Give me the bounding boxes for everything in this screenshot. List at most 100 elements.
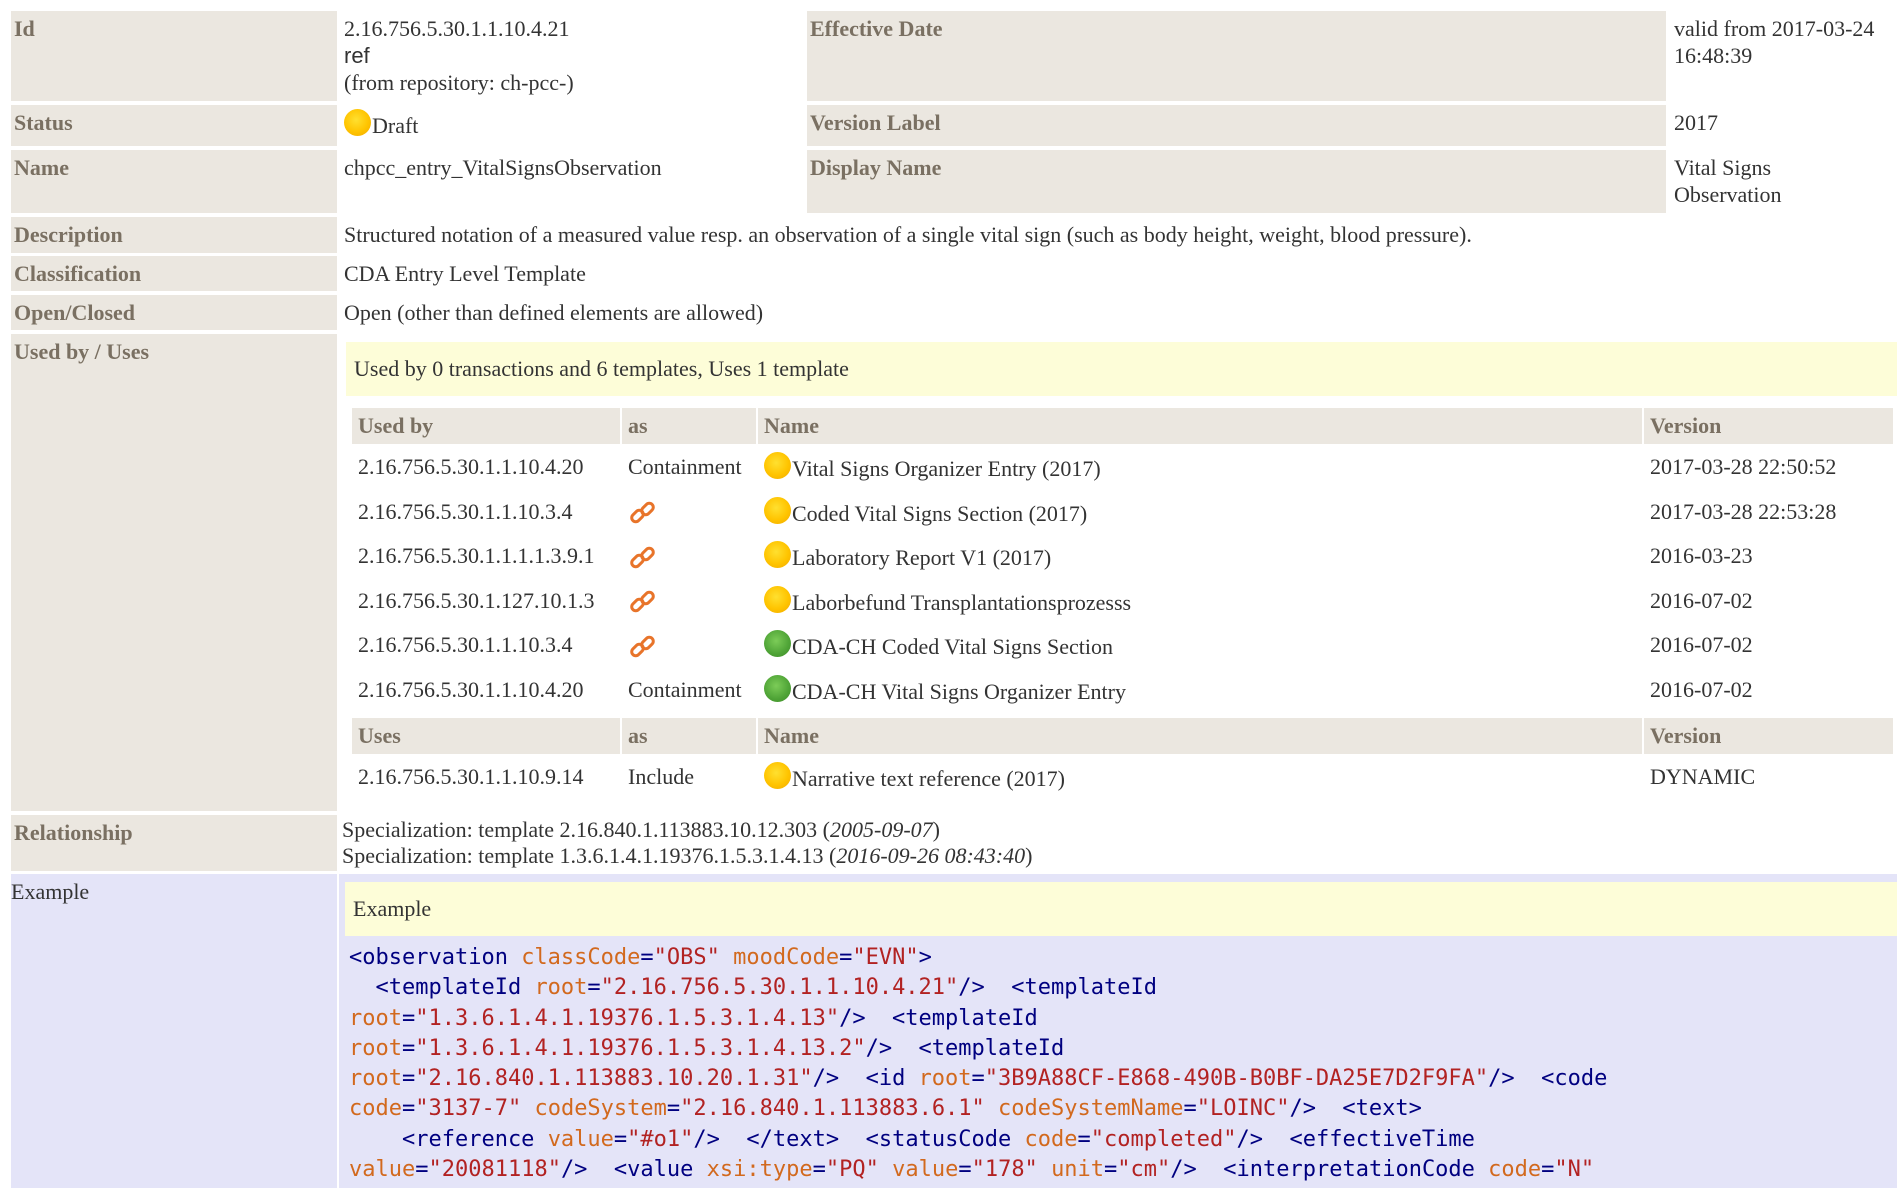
code-line: value="20081118"/> <value xsi:type="PQ" … [349, 1157, 1595, 1183]
template-name-cell[interactable]: CDA-CH Vital Signs Organizer Entry [758, 672, 1642, 717]
template-name-link[interactable]: Laboratory Report V1 (2017) [792, 545, 1051, 570]
uses-header: Uses [352, 718, 620, 754]
template-name-cell[interactable]: CDA-CH Coded Vital Signs Section [758, 627, 1642, 672]
ref-text: ref [344, 43, 370, 68]
uses-name-header: Name [758, 718, 1642, 754]
as-header: as [622, 408, 756, 444]
example-header: Example [345, 882, 1897, 936]
version-cell: DYNAMIC [1650, 764, 1756, 789]
status-label: Status [11, 105, 337, 146]
draft-status-icon [344, 109, 371, 136]
code-line: root="2.16.840.1.113883.10.20.1.31"/> <i… [349, 1066, 1608, 1092]
active-status-icon [764, 630, 791, 657]
open-closed-label: Open/Closed [11, 295, 337, 330]
relationship-suffix-1: ) [932, 817, 940, 842]
code-line: root="1.3.6.1.4.1.19376.1.5.3.1.4.13.2"/… [349, 1035, 1065, 1061]
version-cell: 2017-03-28 22:53:28 [1650, 498, 1837, 524]
version-cell: 2016-07-02 [1650, 676, 1753, 702]
draft-status-icon [764, 541, 791, 568]
code-line: <templateId root="2.16.756.5.30.1.1.10.4… [349, 975, 1157, 1001]
as-cell [622, 494, 756, 539]
template-name-cell[interactable]: Laborbefund Transplantationsprozesss [758, 583, 1642, 628]
display-name-line1: Vital Signs [1674, 155, 1772, 180]
chain-link-icon[interactable] [628, 632, 658, 662]
name-value: chpcc_entry_VitalSignsObservation [344, 155, 662, 180]
template-name-link[interactable]: Coded Vital Signs Section (2017) [792, 501, 1087, 526]
display-name-value: Vital Signs Observation [1671, 150, 1897, 213]
example-label: Example [11, 879, 90, 904]
draft-status-icon [764, 762, 791, 789]
code-line: code="3137-7" codeSystem="2.16.840.1.113… [349, 1096, 1422, 1122]
as-cell [622, 627, 756, 672]
as-cell: Containment [628, 454, 742, 479]
version-label-label: Version Label [807, 105, 1666, 146]
template-name-link[interactable]: Laborbefund Transplantationsprozesss [792, 590, 1131, 615]
template-id-cell: 2.16.756.5.30.1.1.10.3.4 [358, 498, 573, 524]
used-by-uses-label: Used by / Uses [11, 334, 337, 811]
relationship-value: Specialization: template 2.16.840.1.1138… [339, 815, 1897, 871]
relationship-date-2: 2016-09-26 08:43:40 [836, 843, 1026, 868]
template-id-cell: 2.16.756.5.30.1.1.10.3.4 [358, 632, 573, 657]
status-value: Draft [341, 105, 805, 146]
code-line: <observation classCode="OBS" moodCode="E… [349, 945, 932, 970]
relationship-prefix-1: Specialization: template 2.16.840.1.1138… [342, 817, 830, 842]
classification-value: CDA Entry Level Template [344, 261, 586, 286]
code-line: root="1.3.6.1.4.1.19376.1.5.3.1.4.13"/> … [349, 1005, 1038, 1031]
draft-status-icon [764, 496, 791, 524]
effective-date-label: Effective Date [807, 11, 1666, 101]
example-label-cell: Example [11, 874, 337, 1188]
template-name-cell[interactable]: Laboratory Report V1 (2017) [758, 538, 1642, 583]
effective-date-line2: 16:48:39 [1674, 43, 1753, 68]
as-cell [622, 538, 756, 583]
relationship-suffix-2: ) [1025, 843, 1033, 868]
repository-text: (from repository: ch-pcc-) [344, 70, 574, 95]
draft-status-icon [764, 452, 791, 479]
used-by-header: Used by [352, 408, 620, 444]
effective-date-value: valid from 2017-03-24 16:48:39 [1671, 11, 1897, 101]
id-label: Id [11, 11, 337, 101]
draft-status-icon [764, 585, 791, 613]
as-cell: Containment [628, 676, 742, 702]
version-cell: 2017-03-28 22:50:52 [1650, 454, 1837, 479]
active-status-icon [764, 674, 791, 702]
template-id-cell: 2.16.756.5.30.1.127.10.1.3 [358, 587, 595, 613]
uses-as-header: as [622, 718, 756, 754]
used-by-summary: Used by 0 transactions and 6 templates, … [346, 342, 1897, 396]
chain-link-icon[interactable] [628, 498, 658, 528]
template-id-cell: 2.16.756.5.30.1.1.10.4.20 [358, 454, 584, 479]
template-id: 2.16.756.5.30.1.1.10.4.21 [344, 16, 570, 41]
relationship-line-2: Specialization: template 1.3.6.1.4.1.193… [342, 843, 1894, 869]
classification-label: Classification [11, 256, 337, 291]
relationship-label: Relationship [11, 815, 337, 871]
version-header: Version [1644, 408, 1893, 444]
version-cell: 2016-03-23 [1650, 543, 1753, 568]
display-name-line2: Observation [1674, 182, 1782, 207]
template-id-cell: 2.16.756.5.30.1.1.10.4.20 [358, 676, 584, 702]
code-line: <reference value="#o1"/> </text> <status… [349, 1126, 1475, 1152]
description-value: Structured notation of a measured value … [344, 222, 1472, 247]
template-name-link[interactable]: Narrative text reference (2017) [792, 766, 1065, 791]
chain-link-icon[interactable] [628, 587, 658, 617]
relationship-prefix-2: Specialization: template 1.3.6.1.4.1.193… [342, 843, 837, 868]
relationship-line-1: Specialization: template 2.16.840.1.1138… [342, 817, 1894, 843]
template-id-cell: 2.16.756.5.30.1.1.1.1.3.9.1 [358, 543, 595, 568]
chain-link-icon[interactable] [628, 543, 658, 573]
version-cell: 2016-07-02 [1650, 632, 1753, 657]
template-name-cell[interactable]: Coded Vital Signs Section (2017) [758, 494, 1642, 539]
effective-date-line1: valid from 2017-03-24 [1674, 16, 1875, 41]
template-name-link[interactable]: CDA-CH Coded Vital Signs Section [792, 634, 1113, 659]
template-name-link[interactable]: CDA-CH Vital Signs Organizer Entry [792, 679, 1126, 704]
template-name-cell[interactable]: Vital Signs Organizer Entry (2017) [758, 449, 1642, 494]
as-cell: Include [628, 764, 694, 789]
template-id-cell: 2.16.756.5.30.1.1.10.9.14 [358, 764, 584, 789]
template-name-cell[interactable]: Narrative text reference (2017) [758, 759, 1642, 803]
uses-version-header: Version [1644, 718, 1893, 754]
version-cell: 2016-07-02 [1650, 587, 1753, 613]
display-name-label: Display Name [807, 150, 1666, 213]
as-cell [622, 583, 756, 628]
example-code-block: <observation classCode="OBS" moodCode="E… [349, 943, 1607, 1185]
id-value: 2.16.756.5.30.1.1.10.4.21 ref (from repo… [341, 11, 805, 101]
template-name-link[interactable]: Vital Signs Organizer Entry (2017) [792, 456, 1101, 481]
relationship-date-1: 2005-09-07 [830, 817, 933, 842]
description-label: Description [11, 217, 337, 253]
